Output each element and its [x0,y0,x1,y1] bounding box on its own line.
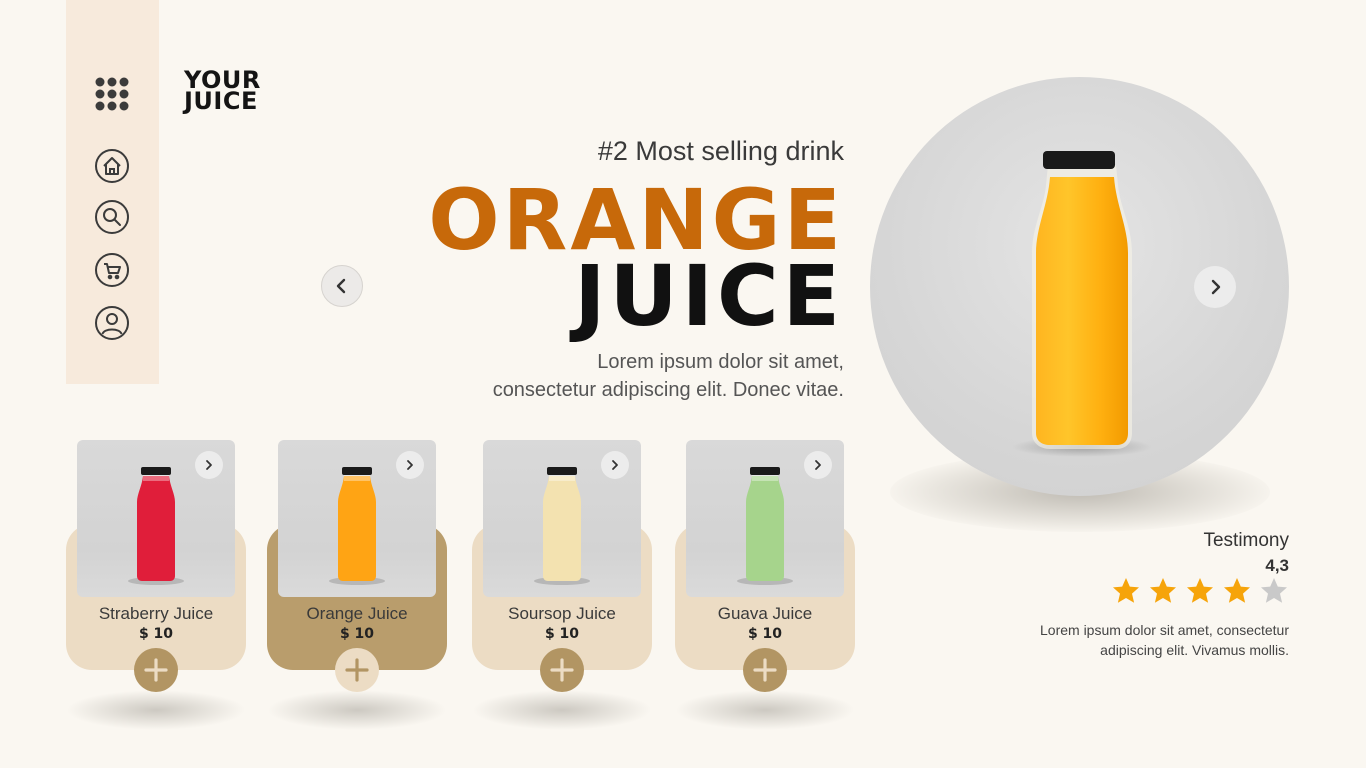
product-price: $ 10 [747,626,783,642]
product-card[interactable]: Soursop Juice $ 10 [472,440,652,730]
product-name: Orange Juice [306,604,408,623]
brand-line-2: JUICE [184,87,258,115]
card-shadow [66,690,246,730]
user-icon[interactable] [94,305,130,341]
product-name: Soursop Juice [508,604,616,623]
product-image [278,440,436,597]
card-shadow [267,690,447,730]
product-price: $ 10 [339,626,375,642]
star-filled-icon [1224,578,1250,603]
product-card[interactable]: Orange Juice $ 10 [267,440,447,730]
add-to-cart-button[interactable] [134,648,178,692]
product-description: Lorem ipsum dolor sit amet, consectetur … [424,348,844,404]
star-filled-icon [1113,578,1139,603]
chevron-right-icon [1211,279,1221,295]
testimony-text-line-2: adipiscing elit. Vivamus mollis. [1100,642,1289,658]
card-shadow [472,690,652,730]
add-to-cart-button[interactable] [540,648,584,692]
star-empty-icon [1261,578,1287,603]
chevron-right-icon [206,460,212,470]
rating-stars [1111,576,1289,606]
product-image [483,440,641,597]
star-filled-icon [1187,578,1213,603]
star-filled-icon [1150,578,1176,603]
card-shadow [675,690,855,730]
product-price: $ 10 [138,626,174,642]
plus-icon [753,658,777,682]
card-open-button[interactable] [396,451,424,479]
product-title-line-2: JUICE [574,247,844,345]
search-icon[interactable] [94,199,130,235]
grid-menu-icon[interactable] [94,76,130,112]
brand-logo[interactable]: YOUR JUICE [184,68,261,115]
rank-subtitle: #2 Most selling drink [597,136,844,166]
plus-icon [345,658,369,682]
card-open-button[interactable] [601,451,629,479]
prev-product-button[interactable] [321,265,363,307]
plus-icon [144,658,168,682]
chevron-right-icon [407,460,413,470]
sidebar [66,0,159,384]
card-open-button[interactable] [804,451,832,479]
next-product-button[interactable] [1194,266,1236,308]
product-card[interactable]: Straberry Juice $ 10 [66,440,246,730]
product-description-line-1: Lorem ipsum dolor sit amet, [597,351,844,373]
product-price: $ 10 [544,626,580,642]
chevron-right-icon [815,460,821,470]
home-icon[interactable] [94,148,130,184]
product-image [77,440,235,597]
add-to-cart-button[interactable] [335,648,379,692]
rating-value: 4,3 [1265,556,1289,575]
product-image [686,440,844,597]
plus-icon [550,658,574,682]
product-description-line-2: consectetur adipiscing elit. Donec vitae… [492,379,844,401]
cart-icon[interactable] [94,252,130,288]
product-name: Straberry Juice [98,604,214,623]
chevron-right-icon [612,460,618,470]
testimony-text: Lorem ipsum dolor sit amet, consectetur … [989,620,1289,660]
product-card[interactable]: Guava Juice $ 10 [675,440,855,730]
testimony-label: Testimony [1203,530,1289,551]
chevron-left-icon [336,278,346,294]
add-to-cart-button[interactable] [743,648,787,692]
product-name: Guava Juice [717,604,813,623]
card-open-button[interactable] [195,451,223,479]
testimony-text-line-1: Lorem ipsum dolor sit amet, consectetur [1040,622,1289,638]
